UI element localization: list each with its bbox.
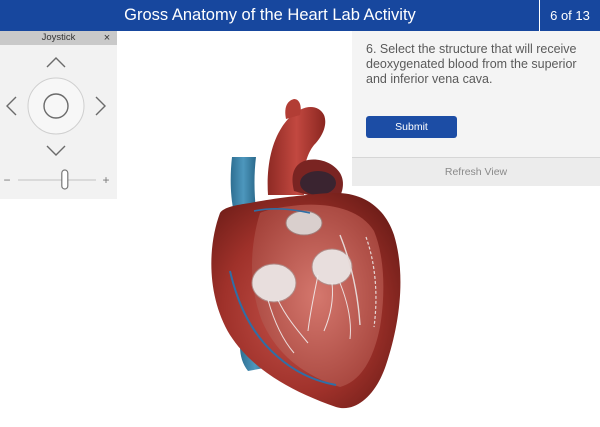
joystick-panel: Joystick × − + bbox=[0, 31, 117, 199]
rotate-left-icon[interactable] bbox=[6, 96, 17, 116]
rotate-down-icon[interactable] bbox=[46, 145, 66, 156]
zoom-minus-icon[interactable]: − bbox=[3, 173, 10, 187]
right-atrium-valve[interactable] bbox=[251, 263, 297, 303]
pulmonary-trunk-opening bbox=[300, 171, 336, 195]
close-icon[interactable]: × bbox=[100, 31, 114, 45]
rotate-up-icon[interactable] bbox=[46, 57, 66, 68]
question-text: 6. Select the structure that will receiv… bbox=[366, 42, 577, 86]
heart-3d-model[interactable] bbox=[190, 95, 420, 415]
joystick-pad[interactable] bbox=[27, 77, 85, 135]
joystick-controls: − + bbox=[3, 57, 110, 190]
joystick-titlebar[interactable]: Joystick × bbox=[0, 31, 117, 45]
aortic-valve[interactable] bbox=[285, 210, 323, 236]
zoom-slider-thumb[interactable] bbox=[61, 169, 69, 190]
zoom-plus-icon[interactable]: + bbox=[102, 173, 109, 187]
page-title: Gross Anatomy of the Heart Lab Activity bbox=[124, 6, 416, 24]
left-atrium-valve[interactable] bbox=[311, 248, 353, 286]
page-counter: 6 of 13 bbox=[550, 8, 590, 23]
header-bar: Gross Anatomy of the Heart Lab Activity … bbox=[0, 0, 600, 31]
rotate-right-icon[interactable] bbox=[95, 96, 106, 116]
